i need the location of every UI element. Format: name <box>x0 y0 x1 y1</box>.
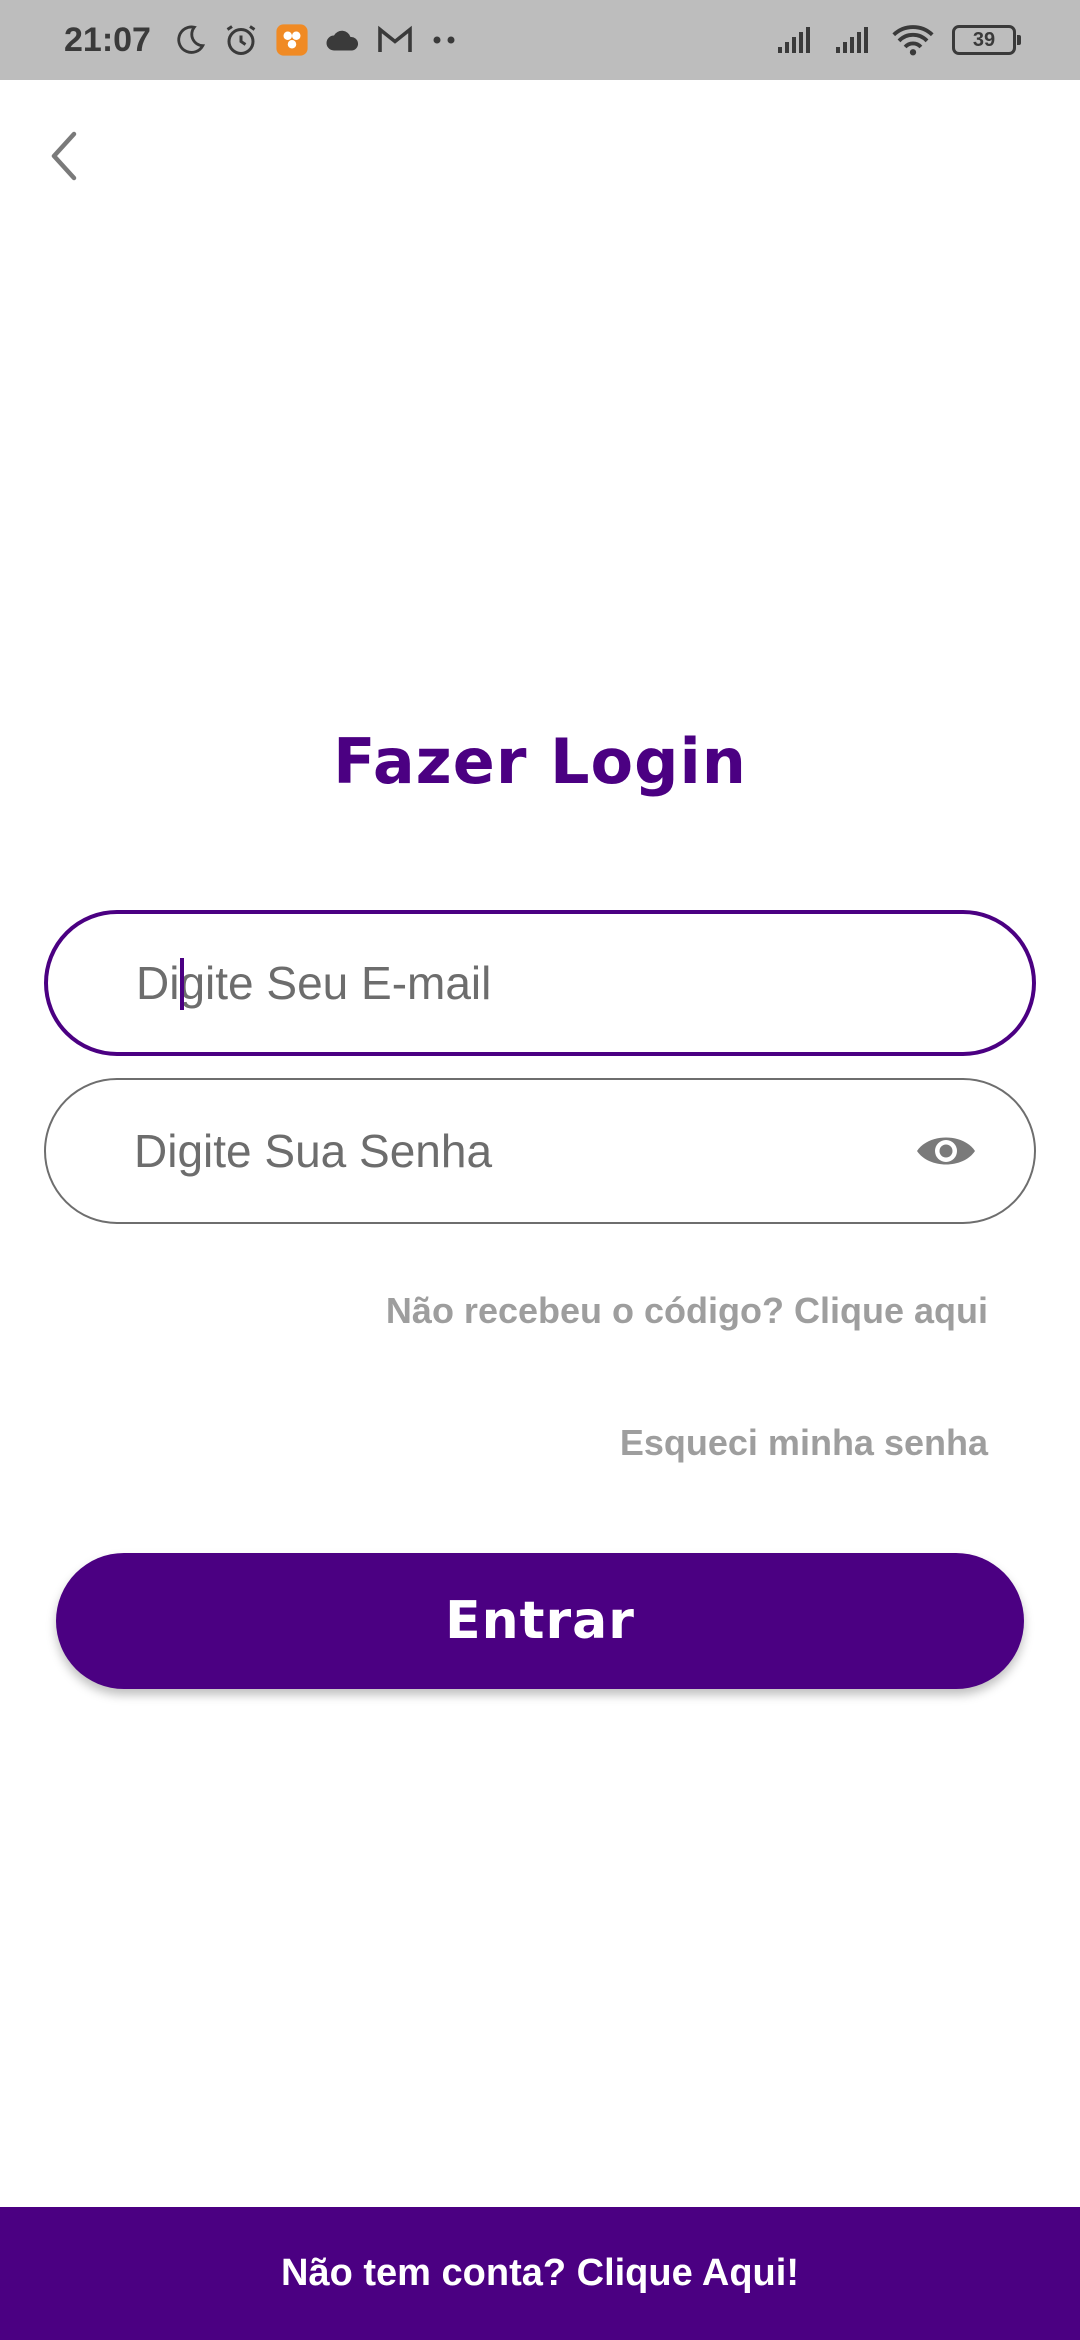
status-time: 21:07 <box>64 20 151 59</box>
password-input[interactable] <box>134 1124 914 1178</box>
more-dots-icon <box>429 34 459 46</box>
signal-icon <box>834 25 874 55</box>
eye-icon[interactable] <box>914 1119 978 1183</box>
wifi-icon <box>892 24 934 56</box>
resend-code-link[interactable]: Não recebeu o código? Clique aqui <box>386 1290 988 1332</box>
page-title: Fazer Login <box>333 725 747 798</box>
login-screen: 21:07 39 Fazer Login Digite Seu E-mail N… <box>0 0 1080 2340</box>
status-system-icons: 39 <box>776 24 1021 56</box>
battery-level: 39 <box>972 28 996 51</box>
battery-icon: 39 <box>952 25 1021 55</box>
email-input[interactable] <box>136 956 976 1010</box>
back-button[interactable] <box>36 122 92 194</box>
status-notification-icons <box>173 22 459 58</box>
moon-icon <box>173 23 207 57</box>
chevron-left-icon <box>46 128 82 189</box>
status-bar: 21:07 39 <box>0 0 1080 80</box>
gmail-icon <box>377 25 413 55</box>
app-notification-icon <box>275 23 309 57</box>
login-button[interactable]: Entrar <box>56 1553 1024 1689</box>
cloud-icon <box>325 25 361 55</box>
signal-icon <box>776 25 816 55</box>
signup-footer-text: Não tem conta? Clique Aqui! <box>281 2252 799 2294</box>
alarm-icon <box>223 22 259 58</box>
email-field[interactable] <box>44 910 1036 1056</box>
text-caret <box>180 958 184 1010</box>
signup-footer-button[interactable]: Não tem conta? Clique Aqui! <box>0 2207 1080 2340</box>
forgot-password-link[interactable]: Esqueci minha senha <box>620 1422 988 1464</box>
password-field[interactable] <box>44 1078 1036 1224</box>
